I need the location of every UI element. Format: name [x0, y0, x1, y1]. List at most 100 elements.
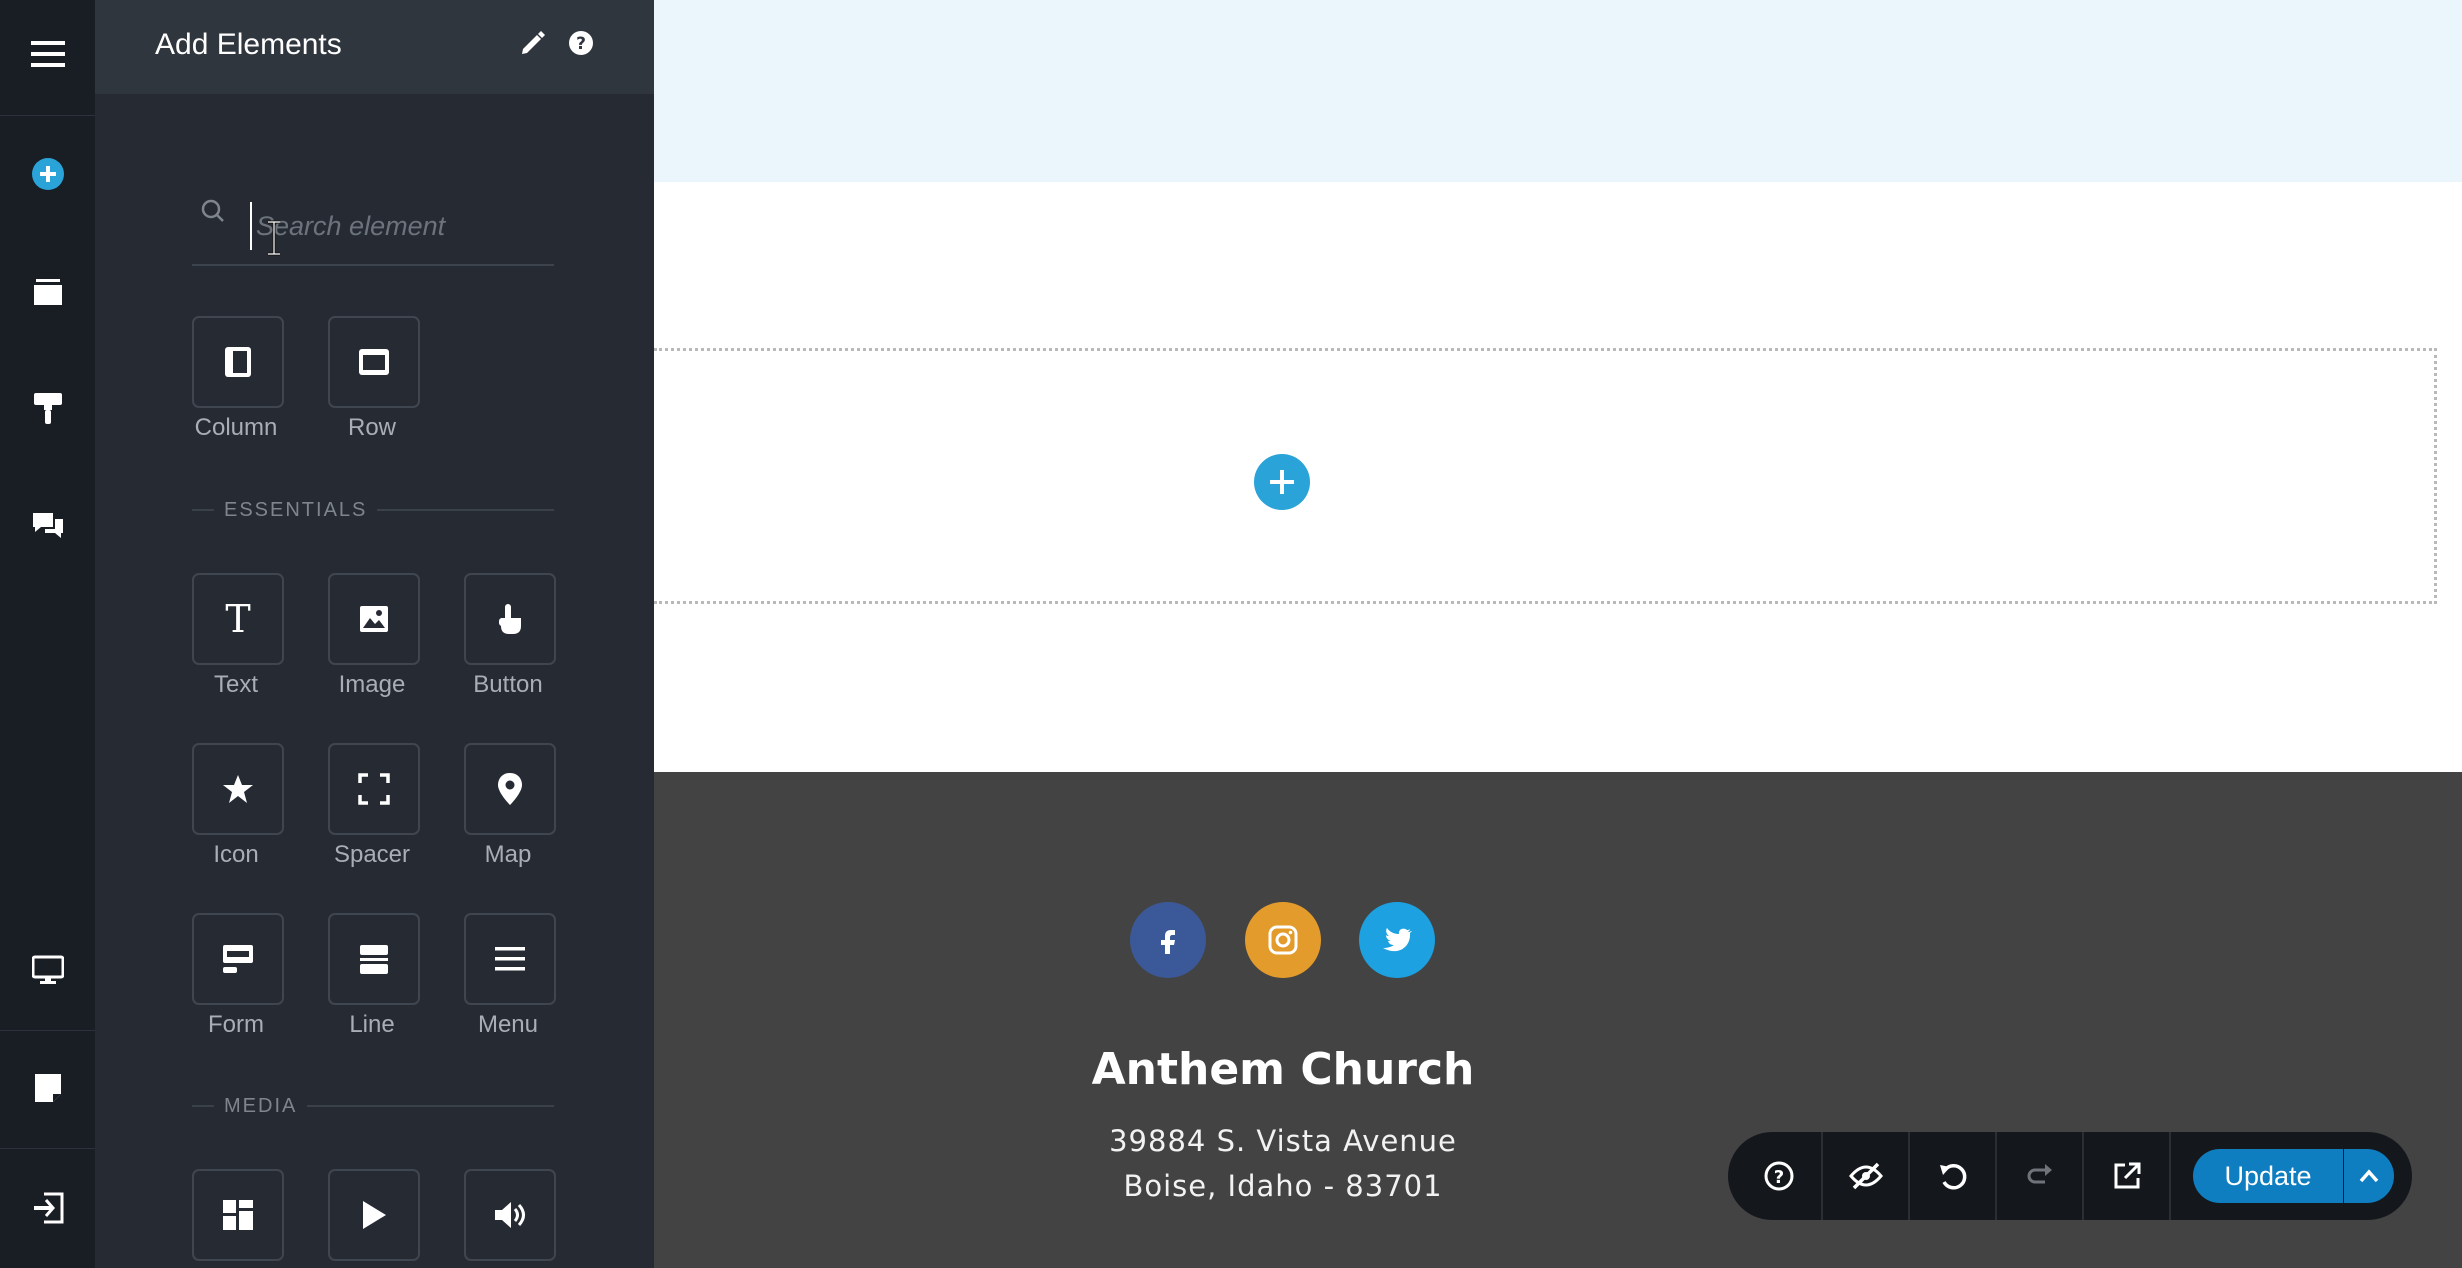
search-box [192, 190, 554, 266]
essentials-heading: ESSENTIALS [192, 495, 554, 525]
row-icon [359, 349, 389, 375]
row-element[interactable] [328, 316, 420, 408]
spacer-label: Spacer [333, 841, 411, 868]
text-label: Text [213, 671, 258, 698]
audio-icon [495, 1202, 525, 1228]
instagram-icon [1268, 925, 1298, 955]
audio-element[interactable] [464, 1169, 556, 1261]
form-element[interactable] [192, 913, 284, 1005]
menu-label: Menu [477, 1011, 539, 1038]
desktop-preview-button[interactable] [0, 930, 95, 1010]
form-icon [223, 945, 253, 973]
text-icon: T [225, 601, 250, 637]
spacer-icon [358, 773, 390, 805]
address-line-1: 39884 S. Vista Avenue [1109, 1124, 1457, 1158]
add-section-button[interactable] [1254, 454, 1310, 510]
help-button[interactable]: ? [566, 28, 596, 58]
church-name: Anthem Church [1091, 1044, 1475, 1095]
menu-icon [495, 947, 525, 971]
eye-slash-icon [1848, 1162, 1883, 1190]
column-label: Column [194, 414, 278, 441]
menu-element[interactable] [464, 913, 556, 1005]
redo-icon [2027, 1164, 2052, 1184]
video-icon [363, 1201, 386, 1229]
add-element-button[interactable] [0, 134, 95, 214]
external-link-icon [2114, 1162, 2140, 1189]
text-element[interactable]: T [192, 573, 284, 665]
column-element[interactable] [192, 316, 284, 408]
map-element[interactable] [464, 743, 556, 835]
page-canvas: Anthem Church 39884 S. Vista Avenue Bois… [654, 0, 2462, 1268]
svg-text:?: ? [576, 34, 586, 54]
comments-button[interactable] [0, 486, 95, 566]
icon-label: Icon [213, 841, 259, 868]
twitter-icon [1383, 928, 1412, 952]
chevron-up-icon [2359, 1169, 2379, 1183]
gallery-element[interactable] [192, 1169, 284, 1261]
preview-button[interactable] [2084, 1132, 2169, 1220]
video-element[interactable] [328, 1169, 420, 1261]
media-heading: MEDIA [192, 1091, 554, 1121]
search-input[interactable] [250, 202, 540, 250]
help-button[interactable]: ? [1736, 1132, 1821, 1220]
panel-header: Add Elements ? [95, 0, 654, 94]
undo-button[interactable] [1910, 1132, 1995, 1220]
page-settings-button[interactable] [0, 1048, 95, 1128]
empty-section[interactable] [654, 348, 2437, 604]
action-bar: ? Update [1728, 1132, 2412, 1220]
pages-button[interactable] [0, 252, 95, 332]
paint-roller-icon [33, 393, 62, 424]
image-label: Image [338, 671, 406, 698]
button-label: Button [473, 671, 543, 698]
star-icon [223, 775, 253, 803]
exit-icon [33, 1192, 63, 1224]
line-label: Line [349, 1011, 395, 1038]
line-icon [360, 945, 388, 974]
hamburger-icon [30, 41, 65, 67]
hide-button[interactable] [1823, 1132, 1908, 1220]
column-icon [225, 347, 251, 377]
undo-icon [1939, 1164, 1966, 1190]
map-label: Map [484, 841, 532, 868]
icon-element[interactable] [192, 743, 284, 835]
comments-icon [32, 513, 63, 538]
editor-app: Add Elements ? Column Row ESSENTIALS T [0, 0, 2462, 1268]
layers-icon [33, 279, 62, 305]
facebook-icon [1161, 930, 1175, 954]
row-label: Row [347, 414, 396, 441]
spacer-element[interactable] [328, 743, 420, 835]
exit-button[interactable] [0, 1168, 95, 1248]
panel-title: Add Elements [155, 28, 342, 61]
add-elements-panel: Add Elements ? Column Row ESSENTIALS T [95, 0, 654, 1268]
plus-circle-icon [31, 158, 64, 190]
svg-text:T: T [225, 601, 250, 637]
header-section [654, 0, 2462, 182]
facebook-link[interactable] [1130, 902, 1206, 978]
twitter-link[interactable] [1359, 902, 1435, 978]
map-pin-icon [498, 773, 522, 805]
line-element[interactable] [328, 913, 420, 1005]
design-button[interactable] [0, 368, 95, 448]
page-edit-icon [34, 1074, 61, 1102]
image-icon [360, 606, 388, 632]
redo-button[interactable] [1997, 1132, 2082, 1220]
hamburger-menu-button[interactable] [0, 14, 95, 94]
pencil-icon [522, 31, 545, 54]
left-toolbar [0, 0, 95, 1268]
pointer-hand-icon [499, 604, 521, 634]
svg-text:?: ? [1773, 1167, 1783, 1188]
gallery-icon [223, 1200, 253, 1230]
question-circle-icon: ? [1764, 1161, 1793, 1191]
instagram-link[interactable] [1245, 902, 1321, 978]
button-element[interactable] [464, 573, 556, 665]
update-button[interactable]: Update [2193, 1149, 2343, 1203]
address-line-2: Boise, Idaho - 83701 [1123, 1169, 1443, 1203]
update-options-button[interactable] [2344, 1149, 2394, 1203]
text-cursor-icon [268, 220, 280, 256]
desktop-icon [31, 955, 64, 984]
question-circle-icon: ? [569, 31, 593, 55]
edit-button[interactable] [518, 28, 548, 58]
plus-icon [1270, 470, 1294, 494]
image-element[interactable] [328, 573, 420, 665]
form-label: Form [208, 1011, 264, 1038]
